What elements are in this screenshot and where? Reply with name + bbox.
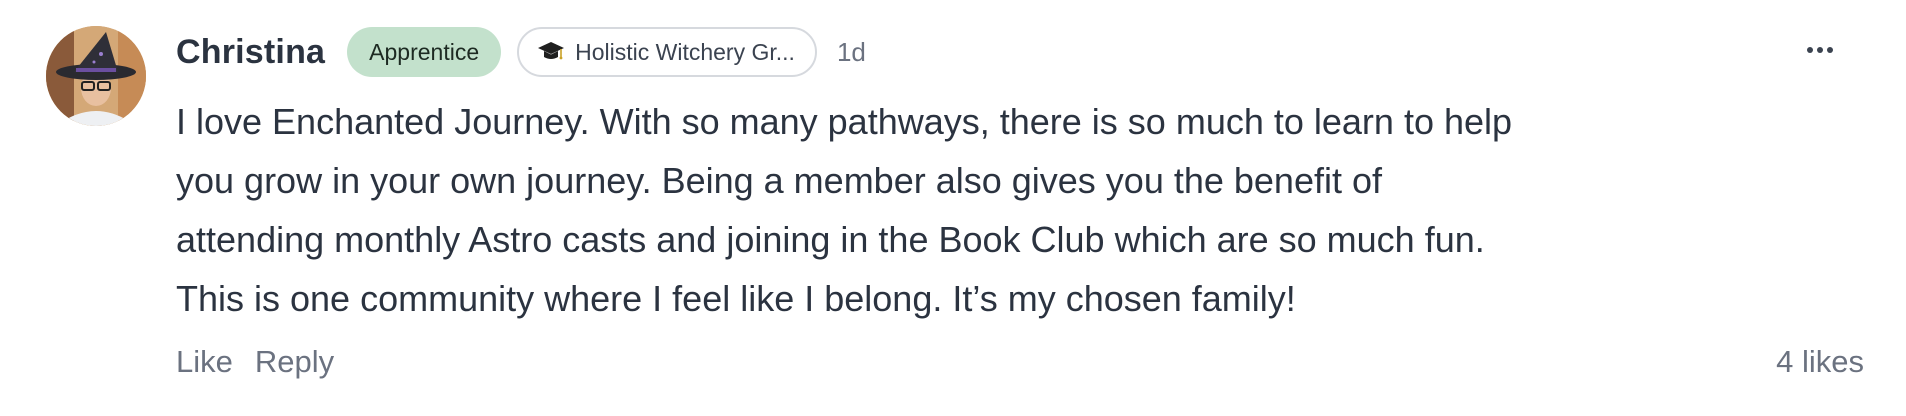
- more-dot-icon: [1827, 47, 1833, 53]
- comment-body: Christina Apprentice Holistic Witchery G…: [176, 0, 1906, 416]
- space-tag[interactable]: Holistic Witchery Gr...: [517, 27, 817, 77]
- comment-text-line: I love Enchanted Journey. With so many p…: [176, 101, 1513, 142]
- comment-header: Christina Apprentice Holistic Witchery G…: [176, 26, 866, 78]
- timestamp[interactable]: 1d: [837, 37, 866, 68]
- member-badge: Apprentice: [347, 27, 502, 77]
- comment-text-line: you grow in your own journey. Being a me…: [176, 160, 1382, 201]
- like-button[interactable]: Like: [176, 344, 233, 380]
- author-name[interactable]: Christina: [176, 33, 325, 72]
- likes-count[interactable]: 4 likes: [1776, 344, 1864, 380]
- comment-actions: Like Reply: [176, 344, 334, 380]
- comment-text-line: attending monthly Astro casts and joinin…: [176, 219, 1485, 260]
- more-dot-icon: [1807, 47, 1813, 53]
- comment-card: Christina Apprentice Holistic Witchery G…: [0, 0, 1906, 416]
- comment-text: I love Enchanted Journey. With so many p…: [176, 92, 1736, 328]
- reply-button[interactable]: Reply: [255, 344, 334, 380]
- comment-text-line: This is one community where I feel like …: [176, 278, 1296, 319]
- graduation-cap-icon: [537, 40, 565, 64]
- avatar-image: [46, 26, 146, 126]
- avatar[interactable]: [46, 26, 146, 126]
- more-dot-icon: [1817, 47, 1823, 53]
- space-tag-label: Holistic Witchery Gr...: [575, 38, 795, 65]
- more-options-button[interactable]: [1798, 34, 1842, 66]
